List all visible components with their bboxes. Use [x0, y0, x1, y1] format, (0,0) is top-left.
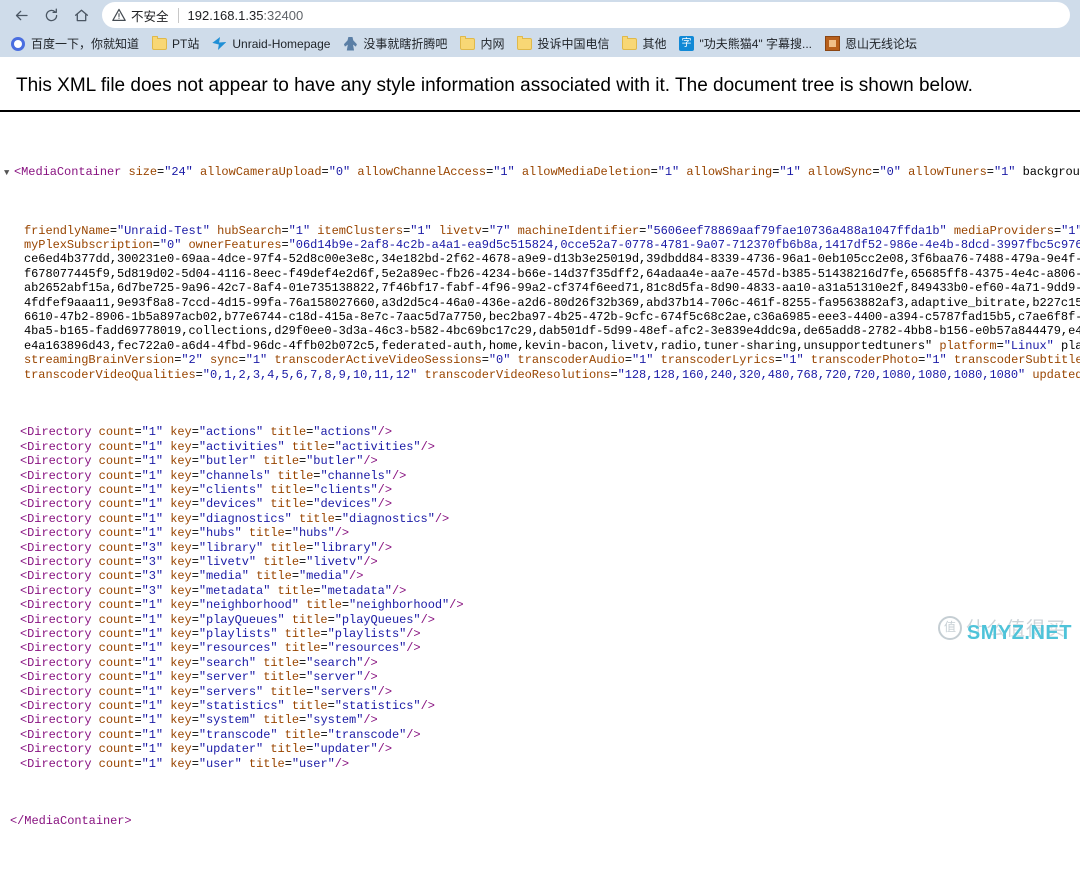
xml-attribute-continuation-line: ab2652abf15a,6d7be725-9a96-42c7-8af4-01e… [24, 281, 1080, 296]
url-text: 192.168.1.35:32400 [188, 8, 304, 23]
xml-directory-row: <Directory count="1" key="devices" title… [20, 497, 392, 512]
bookmark-item-enshan-forum[interactable]: 恩山无线论坛 [822, 33, 924, 55]
security-status-label: 不安全 [131, 9, 169, 24]
back-button[interactable] [6, 2, 36, 28]
reload-button[interactable] [36, 2, 66, 28]
xml-directory-row: <Directory count="1" key="server" title=… [20, 670, 378, 685]
xml-attribute-continuation-line: myPlexSubscription="0" ownerFeatures="06… [24, 238, 1080, 252]
home-icon [74, 9, 88, 21]
xml-attribute-continuation-line: f678077445f9,5d819d02-5d04-4116-8eec-f49… [24, 266, 1080, 281]
xml-attribute-continuation-line: ce6ed4b377dd,300231e0-69aa-4dce-97f4-52d… [24, 252, 1080, 267]
bookmark-label: 其他 [642, 36, 667, 51]
xml-root-attribute-lines: friendlyName="Unraid-Test" hubSearch="1"… [4, 224, 1080, 382]
bookmark-item-subtitle-search[interactable]: 字 "功夫熊猫4" 字幕搜... [676, 33, 819, 55]
enshan-icon [824, 36, 840, 52]
bookmark-item-pt[interactable]: PT站 [149, 33, 206, 55]
xml-directory-row: <Directory count="1" key="clients" title… [20, 482, 392, 497]
xml-directory-row: <Directory count="1" key="transcode" tit… [20, 727, 421, 742]
xml-directory-row: <Directory count="1" key="actions" title… [20, 425, 392, 440]
bookmark-item-unraid-homepage[interactable]: Unraid-Homepage [209, 33, 337, 55]
folder-icon [151, 35, 167, 52]
xml-directory-row: <Directory count="1" key="user" title="u… [20, 756, 350, 771]
bookmark-label: PT站 [172, 36, 200, 51]
bookmark-label: 内网 [480, 36, 505, 51]
xml-directory-row: <Directory count="1" key="system" title=… [20, 713, 378, 728]
xml-directory-row: <Directory count="1" key="servers" title… [20, 684, 392, 699]
xml-attribute-continuation-line: friendlyName="Unraid-Test" hubSearch="1"… [24, 223, 1080, 238]
xml-directory-row: <Directory count="1" key="statistics" ti… [20, 699, 435, 713]
watermark-site: SMYZ.NET [966, 622, 1072, 644]
omnibox-divider [177, 7, 179, 23]
xml-directory-row: <Directory count="1" key="search" title=… [20, 655, 378, 670]
bookmark-item-neiwang[interactable]: 内网 [457, 33, 511, 55]
xml-directory-row: <Directory count="1" key="neighborhood" … [20, 598, 464, 613]
xml-attribute-continuation-line: 4ba5-b165-fadd69778019,collections,d29f0… [24, 324, 1080, 339]
xml-directory-row: <Directory count="1" key="updater" title… [20, 742, 392, 757]
bookmark-item-meishi[interactable]: 没事就瞎折腾吧 [340, 33, 454, 55]
xml-directory-row: <Directory count="1" key="hubs" title="h… [20, 526, 350, 541]
reload-icon [45, 8, 57, 21]
folder-icon [621, 35, 637, 52]
baidu-icon [10, 36, 26, 52]
bookmark-label: Unraid-Homepage [232, 36, 331, 51]
xml-attribute-continuation-line: 6610-47b2-8906-1b5a897acb02,b77e6744-c18… [24, 310, 1080, 325]
bookmark-label: 百度一下，你就知道 [31, 36, 140, 51]
xml-directory-rows: <Directory count="1" key="actions" title… [4, 425, 1080, 771]
bookmark-item-qita[interactable]: 其他 [619, 33, 673, 55]
home-button[interactable] [66, 2, 96, 28]
xml-attribute-continuation-line: transcoderVideoQualities="0,1,2,3,4,5,6,… [24, 367, 1080, 382]
bookmark-label: "功夫熊猫4" 字幕搜... [699, 36, 813, 51]
bookmark-label: 恩山无线论坛 [845, 36, 918, 51]
xml-directory-row: <Directory count="1" key="playlists" tit… [20, 626, 421, 641]
xml-directory-row: <Directory count="3" key="livetv" title=… [20, 554, 378, 569]
xml-root-close-row: </MediaContainer> [10, 814, 132, 829]
folder-icon [459, 35, 475, 52]
subtitle-icon: 字 [678, 36, 694, 52]
xml-root-open-row: ▼ <MediaContainer size="24" allowCameraUp… [4, 164, 1080, 180]
xml-directory-row: <Directory count="1" key="activities" ti… [20, 439, 435, 454]
bookmark-item-tousu-dianxin[interactable]: 投诉中国电信 [514, 33, 616, 55]
not-secure-warning-icon[interactable] [112, 8, 126, 22]
bookmark-label: 投诉中国电信 [537, 36, 610, 51]
xml-directory-row: <Directory count="3" key="media" title="… [20, 569, 364, 584]
bookmark-label: 没事就瞎折腾吧 [363, 36, 448, 51]
person-icon [342, 36, 358, 52]
xml-document-tree: ▼ <MediaContainer size="24" allowCameraUp… [0, 122, 1080, 872]
xml-viewer-page: This XML file does not appear to have an… [0, 57, 1080, 872]
xml-directory-row: <Directory count="1" key="diagnostics" t… [20, 511, 450, 526]
browser-toolbar: 不安全 192.168.1.35:32400 [0, 0, 1080, 30]
xml-style-warning: This XML file does not appear to have an… [0, 57, 1080, 112]
xml-directory-row: <Directory count="3" key="metadata" titl… [20, 583, 407, 598]
url-host: 192.168.1.35 [187, 7, 264, 23]
xml-attribute-continuation-line: e4a163896d43,fec722a0-a6d4-4fbd-96dc-4ff… [24, 338, 1080, 353]
url-port: :32400 [263, 7, 304, 23]
xml-attribute-continuation-line: streamingBrainVersion="2" sync="1" trans… [24, 353, 1080, 368]
bookmarks-bar: 百度一下，你就知道 PT站 Unraid-Homepage 没事就瞎折腾吧 内网… [0, 30, 1080, 57]
bookmark-item-baidu[interactable]: 百度一下，你就知道 [8, 33, 146, 55]
xml-directory-row: <Directory count="1" key="playQueues" ti… [20, 612, 435, 627]
back-arrow-icon [15, 10, 28, 20]
xml-attribute-continuation-line: 4fdfef9aaa11,9e93f8a8-7ccd-4d15-99fa-76a… [24, 295, 1080, 310]
browser-chrome: 不安全 192.168.1.35:32400 百度一下，你就知道 PT站 Unr… [0, 0, 1080, 57]
xml-directory-row: <Directory count="1" key="butler" title=… [20, 454, 378, 469]
unraid-icon [211, 36, 227, 52]
collapse-triangle-icon[interactable]: ▼ [4, 166, 14, 180]
address-bar[interactable]: 不安全 192.168.1.35:32400 [102, 2, 1070, 28]
xml-directory-row: <Directory count="1" key="channels" titl… [20, 468, 407, 483]
folder-icon [516, 35, 532, 52]
xml-directory-row: <Directory count="3" key="library" title… [20, 540, 392, 555]
